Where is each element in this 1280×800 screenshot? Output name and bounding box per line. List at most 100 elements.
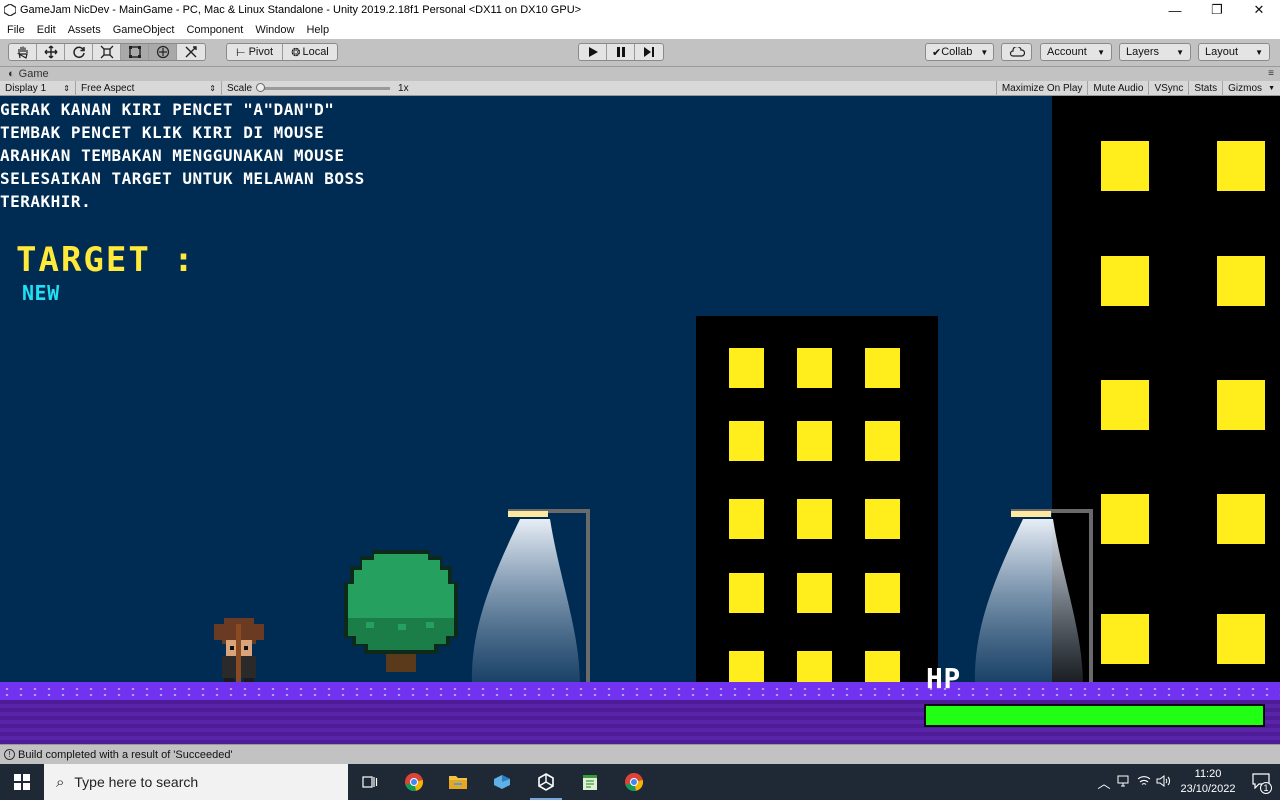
hp-label: HP xyxy=(926,662,961,695)
local-button[interactable]: ❂ Local xyxy=(283,44,337,60)
task-view-icon[interactable] xyxy=(348,764,392,800)
close-button[interactable]: ✕ xyxy=(1238,0,1280,20)
vsync-toggle[interactable]: VSync xyxy=(1148,81,1188,96)
building-window xyxy=(797,348,832,388)
target-value: NEW xyxy=(22,281,60,305)
cloud-button[interactable] xyxy=(1001,43,1032,61)
scale-label: Scale xyxy=(227,82,253,94)
display-dropdown[interactable]: Display 1 ⇕ xyxy=(0,80,76,96)
minimize-button[interactable]: — xyxy=(1154,0,1196,20)
updown-icon: ⇕ xyxy=(63,83,70,93)
aspect-dropdown[interactable]: Free Aspect ⇕ xyxy=(76,80,222,96)
layout-dropdown[interactable]: Layout ▼ xyxy=(1198,43,1270,61)
street-lamp xyxy=(974,509,1093,686)
chrome-icon[interactable] xyxy=(612,764,656,800)
menu-component[interactable]: Component xyxy=(181,24,250,36)
maximize-on-play-toggle[interactable]: Maximize On Play xyxy=(995,81,1088,96)
instruction-line: TEMBAK PENCET KLIK KIRI DI MOUSE xyxy=(0,123,325,142)
taskbar-clock[interactable]: 11:20 23/10/2022 xyxy=(1174,767,1242,797)
updown-icon: ⇕ xyxy=(209,83,216,93)
building-window xyxy=(1217,494,1265,544)
notification-icon[interactable]: 1 xyxy=(1242,772,1280,794)
chevron-down-icon: ▼ xyxy=(1255,47,1263,57)
scale-slider-thumb[interactable] xyxy=(256,82,266,92)
custom-tool-icon[interactable] xyxy=(177,44,205,60)
chevron-down-icon: ▼ xyxy=(1097,47,1105,57)
wifi-icon[interactable] xyxy=(1134,775,1154,790)
building-window xyxy=(865,573,900,613)
chevron-up-icon[interactable]: ︿ xyxy=(1094,773,1114,792)
scale-value: 1x xyxy=(398,82,409,94)
windows-start-icon[interactable] xyxy=(0,764,44,800)
status-message: Build completed with a result of 'Succee… xyxy=(18,748,233,761)
menu-assets[interactable]: Assets xyxy=(63,24,108,36)
menu-file[interactable]: File xyxy=(2,24,32,36)
pause-icon[interactable] xyxy=(607,44,635,60)
game-tab[interactable]: ◐ Game ≡ xyxy=(0,67,1280,81)
building-window xyxy=(797,651,832,686)
maximize-button[interactable]: ❐ xyxy=(1196,0,1238,20)
chrome-icon[interactable] xyxy=(392,764,436,800)
unity-logo-icon xyxy=(0,0,20,20)
menu-edit[interactable]: Edit xyxy=(32,24,63,36)
instruction-line: ARAHKAN TEMBAKAN MENGGUNAKAN MOUSE xyxy=(0,146,345,165)
status-bar[interactable]: ! Build completed with a result of 'Succ… xyxy=(0,744,1280,764)
menu-help[interactable]: Help xyxy=(301,24,336,36)
play-icon[interactable] xyxy=(579,44,607,60)
notepad-icon[interactable] xyxy=(568,764,612,800)
game-viewport[interactable]: GERAK KANAN KIRI PENCET "A"DAN"D" TEMBAK… xyxy=(0,96,1280,744)
gizmos-dropdown[interactable]: Gizmos ▼ xyxy=(1222,81,1280,96)
pivot-button[interactable]: ⊢ Pivot xyxy=(227,44,283,60)
menu-bar: File Edit Assets GameObject Component Wi… xyxy=(0,20,1280,39)
building-window xyxy=(1217,256,1265,306)
menu-gameobject[interactable]: GameObject xyxy=(108,24,182,36)
building-window xyxy=(865,499,900,539)
scale-tool-icon[interactable] xyxy=(93,44,121,60)
visual-studio-icon[interactable] xyxy=(480,764,524,800)
stats-toggle[interactable]: Stats xyxy=(1188,81,1222,96)
network-icon[interactable] xyxy=(1114,775,1134,790)
file-explorer-icon[interactable] xyxy=(436,764,480,800)
building-window xyxy=(1101,256,1149,306)
taskbar-search[interactable]: ⌕ Type here to search xyxy=(44,764,348,800)
check-icon: ✔ xyxy=(932,46,942,59)
chevron-down-icon: ▼ xyxy=(980,47,989,57)
layers-label: Layers xyxy=(1126,46,1160,58)
rotate-tool-icon[interactable] xyxy=(65,44,93,60)
transform-tool-icon[interactable] xyxy=(149,44,177,60)
collab-dropdown[interactable]: ✔ Collab ▼ xyxy=(925,43,994,61)
ground-sparkles xyxy=(0,686,1280,696)
building-window xyxy=(729,651,764,686)
rect-tool-icon[interactable] xyxy=(121,44,149,60)
layers-dropdown[interactable]: Layers ▼ xyxy=(1119,43,1191,61)
scale-slider[interactable] xyxy=(256,82,391,92)
account-label: Account xyxy=(1047,46,1087,58)
window-title: GameJam NicDev - MainGame - PC, Mac & Li… xyxy=(20,4,582,16)
mute-audio-toggle[interactable]: Mute Audio xyxy=(1087,81,1148,96)
volume-icon[interactable] xyxy=(1154,774,1174,790)
building-middle xyxy=(696,316,938,686)
building-window xyxy=(729,348,764,388)
building-window xyxy=(729,421,764,461)
building-window xyxy=(865,651,900,686)
account-dropdown[interactable]: Account ▼ xyxy=(1040,43,1112,61)
tab-menu-icon[interactable]: ≡ xyxy=(1268,68,1274,79)
hand-tool-icon[interactable] xyxy=(9,44,37,60)
gizmos-label: Gizmos xyxy=(1228,83,1263,94)
local-icon: ❂ xyxy=(291,46,301,59)
transform-tools xyxy=(8,43,206,61)
target-label: TARGET : xyxy=(16,240,196,280)
menu-window[interactable]: Window xyxy=(250,24,301,36)
building-window xyxy=(1217,380,1265,430)
game-control-bar: Display 1 ⇕ Free Aspect ⇕ Scale 1x Maxim… xyxy=(0,80,1280,96)
unity-icon[interactable] xyxy=(524,764,568,800)
step-icon[interactable] xyxy=(635,44,663,60)
building-window xyxy=(1217,614,1265,664)
clock-date: 23/10/2022 xyxy=(1180,783,1236,795)
main-toolbar: ⊢ Pivot ❂ Local ✔ Collab ▼ Account ▼ Lay… xyxy=(0,39,1280,67)
building-window xyxy=(1101,141,1149,191)
game-tab-label: Game xyxy=(18,68,49,80)
move-tool-icon[interactable] xyxy=(37,44,65,60)
building-window xyxy=(729,573,764,613)
pivot-label: Pivot xyxy=(248,46,274,58)
